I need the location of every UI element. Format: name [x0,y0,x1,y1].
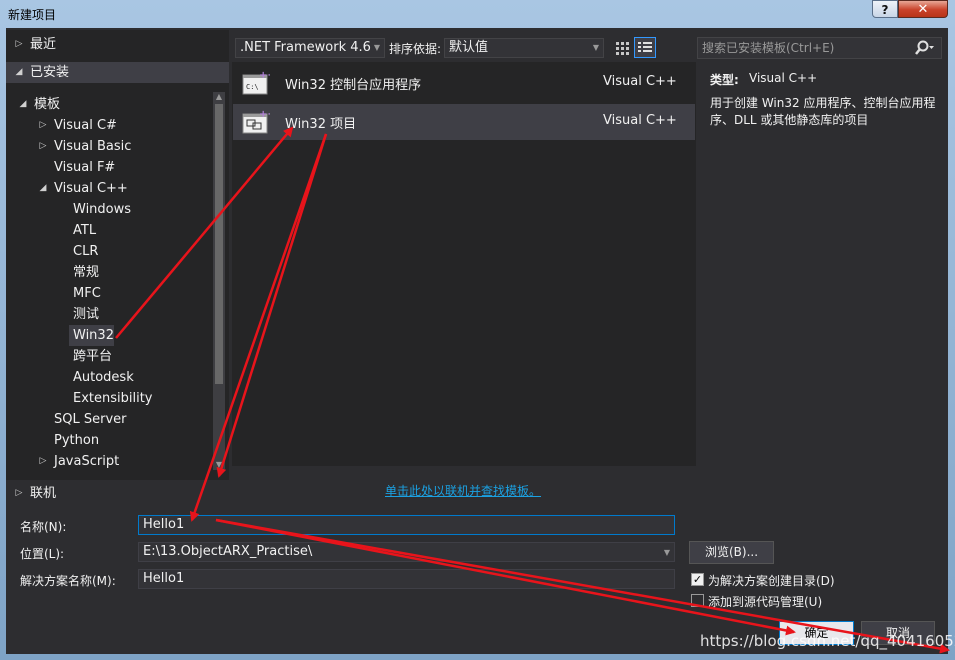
sidebar-item-label: Extensibility [73,391,153,406]
sidebar-item-recent[interactable]: ▷ 最近 [6,34,229,55]
online-templates-link[interactable]: 单击此处以联机并查找模板。 [385,482,541,499]
location-label: 位置(L): [20,547,65,561]
sidebar-item-label: CLR [73,244,99,259]
template-name: Win32 控制台应用程序 [285,78,422,93]
sidebar-item-label: SQL Server [54,412,127,427]
sidebar-item-10[interactable]: Win32 [69,325,114,346]
framework-dropdown[interactable]: .NET Framework 4.6 ▼ [235,38,385,58]
description-pane: 类型: Visual C++ 用于创建 Win32 应用程序、控制台应用程序、D… [700,62,940,466]
sidebar-item-label: Win32 [73,328,114,343]
sidebar-item-label: 联机 [30,486,57,501]
collapse-arrow-icon[interactable]: ◢ [38,178,48,199]
sort-label: 排序依据: [389,42,442,56]
sidebar-item-label: Autodesk [73,370,134,385]
expand-arrow-icon[interactable]: ▷ [38,451,48,472]
win32-project-icon: ++ [242,109,276,135]
browse-button[interactable]: 浏览(B)... [689,541,774,564]
template-item-win32-project[interactable]: ++ Win32 项目 Visual C++ [233,104,695,140]
type-label: 类型: [710,73,739,87]
template-sidebar: ▷ 最近 ◢ 已安装 ◢ 模板 ▷ Visual C# ▷ Visual Basic V… [6,30,229,480]
template-language: Visual C++ [603,74,677,89]
svg-text:++: ++ [259,109,270,120]
collapse-arrow-icon: ◢ [15,67,23,77]
sidebar-item-installed[interactable]: ◢ 已安装 [6,62,229,83]
sidebar-item-label: JavaScript [54,454,120,469]
sidebar-item-label: 最近 [30,37,57,52]
sidebar-item-label: 已安装 [30,65,70,80]
name-input[interactable]: Hello1 [138,515,675,535]
window-title: 新建项目 [8,8,57,22]
search-icon[interactable] [913,39,935,63]
sidebar-item-label: Python [54,433,100,448]
expand-arrow-icon: ▷ [15,39,23,49]
search-placeholder: 搜索已安装模板(Ctrl+E) [702,41,835,55]
name-label: 名称(N): [20,520,67,534]
sidebar-item-label: 测试 [73,307,100,322]
grid-view-icon[interactable] [612,38,632,58]
scroll-down-icon[interactable]: ▼ [213,460,225,470]
template-name: Win32 项目 [285,117,357,132]
sidebar-item-online[interactable]: ▷ 联机 [6,483,229,503]
sidebar-item-label: Windows [73,202,132,217]
scrollbar-thumb[interactable] [215,104,223,384]
sidebar-item-label: Visual F# [54,160,116,175]
sidebar-item-label: 跨平台 [73,349,113,364]
create-directory-label: 为解决方案创建目录(D) [708,574,835,588]
sort-value: 默认值 [449,40,489,55]
framework-value: .NET Framework 4.6 [240,40,371,55]
chevron-down-icon: ▼ [592,43,599,52]
watermark-text: https://blog.csdn.net/qq_40416052 [700,632,955,650]
scroll-up-icon[interactable]: ▲ [213,92,225,102]
solution-name-label: 解决方案名称(M): [20,574,116,588]
expand-arrow-icon[interactable]: ▷ [38,136,48,157]
close-button[interactable]: ✕ [898,0,948,18]
svg-text:C:\: C:\ [246,83,259,91]
source-control-label: 添加到源代码管理(U) [708,595,823,609]
list-view-icon[interactable] [634,37,656,58]
create-directory-checkbox[interactable]: ✓ [691,573,704,586]
sidebar-item-label: MFC [73,286,101,301]
sidebar-item-label: Visual C++ [54,181,128,196]
console-app-icon: C:\++ [242,70,276,96]
svg-text:++: ++ [259,70,270,81]
chevron-down-icon: ▼ [663,548,670,557]
expand-arrow-icon[interactable]: ▷ [38,115,48,136]
location-dropdown[interactable]: E:\13.ObjectARX_Practise\ ▼ [138,542,675,562]
template-item-console[interactable]: C:\++ Win32 控制台应用程序 Visual C++ [233,65,695,101]
sort-dropdown[interactable]: 默认值 ▼ [444,38,604,58]
expand-arrow-icon: ▷ [15,488,23,498]
collapse-arrow-icon: ◢ [19,99,27,109]
template-language: Visual C++ [603,113,677,128]
sidebar-item-templates[interactable]: ◢ 模板 [6,94,211,115]
sidebar-item-label: Visual C# [54,118,117,133]
search-input[interactable]: 搜索已安装模板(Ctrl+E) [697,37,942,59]
template-description: 用于创建 Win32 应用程序、控制台应用程序、DLL 或其他静态库的项目 [710,96,936,127]
source-control-checkbox[interactable] [691,594,704,607]
title-bar: 新建项目 ? ✕ [0,0,955,28]
sidebar-item-label: 模板 [34,97,61,112]
location-value: E:\13.ObjectARX_Practise\ [143,544,313,559]
solution-name-input[interactable]: Hello1 [138,569,675,589]
type-value: Visual C++ [749,71,818,85]
sidebar-item-label: ATL [73,223,97,238]
sidebar-item-label: 常规 [73,265,100,280]
sidebar-item-label: Visual Basic [54,139,132,154]
help-button[interactable]: ? [872,0,898,18]
chevron-down-icon: ▼ [373,43,380,52]
